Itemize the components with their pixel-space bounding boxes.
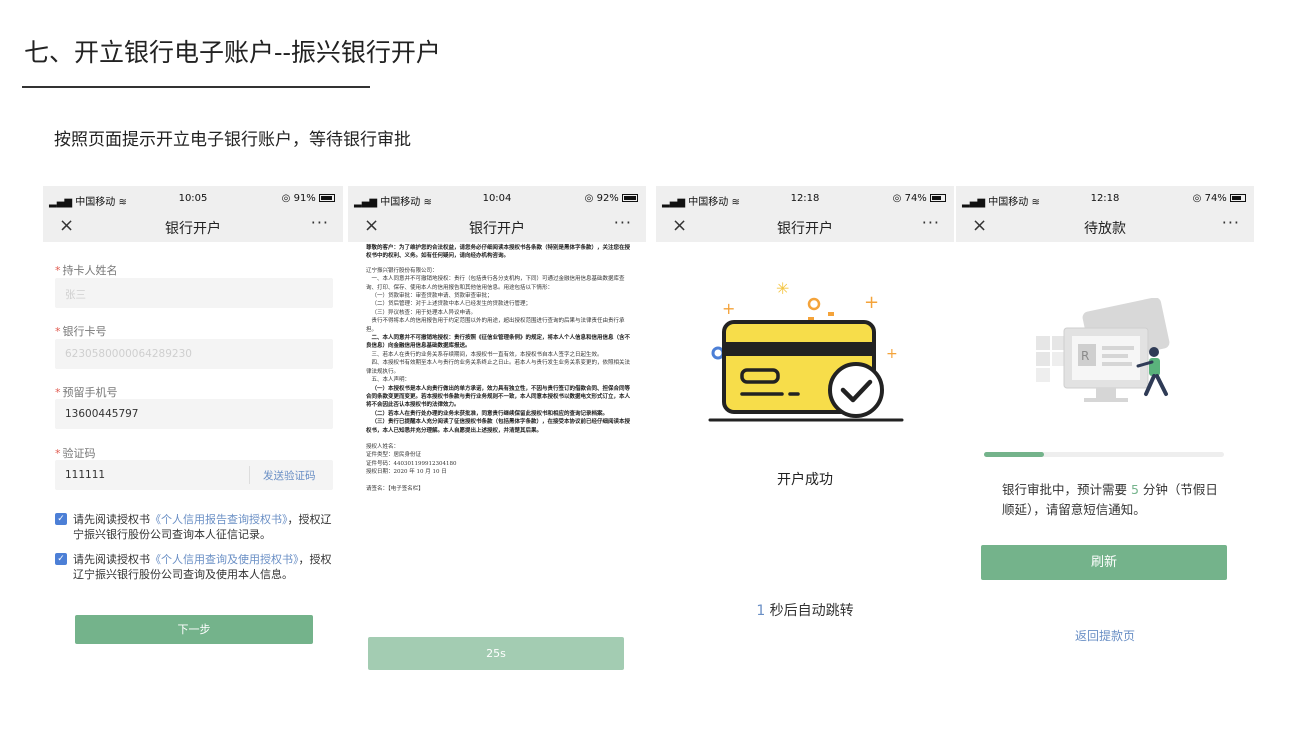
doc-item: （二）贷后管理：对于上述贷款中本人已经发生的贷款进行管理；: [371, 301, 532, 308]
battery-icon: [1230, 194, 1246, 202]
verification-code-input[interactable]: 111111: [65, 469, 105, 481]
authorization-document: 尊敬的客户：为了维护您的合法权益，请您务必仔细阅读本授权书各条款（特别是黑体字条…: [366, 244, 632, 493]
status-bar: ▂▄▆ 中国移动 ≋ 12:18 ◎ 74%: [956, 186, 1254, 212]
doc-clause: 贵行不得将本人的信用报告用于约定范围以外的用途，超出授权范围进行查询的后果与法律…: [366, 318, 625, 333]
next-step-button[interactable]: 下一步: [75, 615, 313, 644]
doc-clause-3: 三、若本人在贵行的业务关系存续期间，本授权书一直有效，本授权书自本人签字之日起生…: [371, 351, 603, 358]
battery-percent: 74%: [1204, 193, 1227, 204]
status-bar: ▂▄▆ 中国移动 ≋ 10:05 ◎ 91%: [43, 186, 343, 212]
credit-usage-authorization-link[interactable]: 《个人信用查询及使用授权书》: [150, 553, 299, 566]
credit-report-consent: ✓ 请先阅读授权书《个人信用报告查询授权书》，授权辽宁振兴银行股份公司查询本人征…: [55, 512, 337, 542]
phone-screen-account-success: ▂▄▆ 中国移动 ≋ 12:18 ◎ 74% × 银行开户 ··· ✳ + + …: [656, 186, 954, 656]
back-to-withdrawal-link[interactable]: 返回提款页: [956, 627, 1254, 644]
battery-icon: [622, 194, 638, 202]
alarm-icon: ◎: [584, 193, 594, 204]
consent-checkbox-credit-usage[interactable]: ✓: [55, 553, 67, 565]
doc-clause-1: 一、本人同意并不可撤销地授权：贵行（包括贵行各分支机构，下同）可通过金融信用信息…: [366, 276, 625, 291]
doc-signer-name: 授权人姓名：: [366, 443, 400, 450]
phone-screen-bank-account-form: ▂▄▆ 中国移动 ≋ 10:05 ◎ 91% × 银行开户 ··· * 持卡人姓名…: [43, 186, 343, 656]
more-icon[interactable]: ···: [311, 213, 329, 232]
doc-clause-4: 四、本授权书有效期至本人与贵行的业务关系终止之日止。若本人与贵行发生业务关系变更…: [366, 360, 631, 375]
battery-icon: [319, 194, 335, 202]
slide-subtitle: 按照页面提示开立电子银行账户，等待银行审批: [54, 130, 411, 150]
refresh-button[interactable]: 刷新: [981, 545, 1227, 580]
alarm-icon: ◎: [892, 193, 902, 204]
doc-signature: 请签名：【电子签名栏】: [366, 485, 424, 492]
credit-report-authorization-link[interactable]: 《个人信用报告查询授权书》: [150, 513, 288, 526]
title-underline: [22, 86, 370, 88]
phone-number-input[interactable]: 13600445797: [55, 399, 333, 429]
battery-icon: [930, 194, 946, 202]
consent-checkbox-credit-report[interactable]: ✓: [55, 513, 67, 525]
doc-declaration: （二）若本人在贵行处办理的业务未获批准，同意贵行继续保留此授权书和相应的查询记录…: [371, 410, 609, 417]
approval-status-text: 银行审批中，预计需要 5 分钟（节假日顺延），请留意短信通知。: [1002, 482, 1218, 517]
cardholder-name-label: * 持卡人姓名: [55, 264, 118, 277]
cardholder-name-input[interactable]: 张三: [55, 278, 333, 308]
doc-clause-5: 五、本人声明：: [371, 377, 411, 384]
alarm-icon: ◎: [281, 193, 291, 204]
send-code-button[interactable]: 发送验证码: [263, 468, 316, 483]
status-bar: ▂▄▆ 中国移动 ≋ 12:18 ◎ 74%: [656, 186, 954, 212]
approval-progress-bar: [984, 452, 1224, 457]
account-success-text: 开户成功: [777, 472, 833, 488]
phone-screen-authorization-document: ▂▄▆ 中国移动 ≋ 10:04 ◎ 92% × 银行开户 ··· 尊敬的客户：…: [348, 186, 646, 676]
card-number-label: * 银行卡号: [55, 325, 107, 338]
svg-text:R: R: [1081, 349, 1089, 363]
more-icon[interactable]: ···: [1222, 213, 1240, 232]
approval-minutes: 5: [1130, 482, 1139, 497]
doc-item: （三）异议核查：用于处理本人异议申请。: [371, 309, 477, 316]
more-icon[interactable]: ···: [922, 213, 940, 232]
divider: [249, 466, 250, 484]
battery-percent: 91%: [293, 193, 316, 204]
svg-text:+: +: [722, 299, 735, 318]
auto-redirect-text: 1 秒后自动跳转: [756, 603, 854, 619]
doc-date: 授权日期：2020 年 10 月 10 日: [366, 469, 447, 476]
alarm-icon: ◎: [1192, 193, 1202, 204]
card-number-input[interactable]: 6230580000064289230: [55, 339, 333, 369]
status-bar: ▂▄▆ 中国移动 ≋ 10:04 ◎ 92%: [348, 186, 646, 212]
nav-bar: × 银行开户 ···: [348, 212, 646, 242]
nav-bar: × 银行开户 ···: [656, 212, 954, 242]
phone-screen-pending-loan: ▂▄▆ 中国移动 ≋ 12:18 ◎ 74% × 待放款 ··· R 银行审批中…: [956, 186, 1254, 656]
svg-text:+: +: [886, 346, 898, 362]
doc-declaration: （三）贵行已提醒本人充分阅读了征信授权书条款（包括黑体字条款），在接受本协议前已…: [366, 419, 631, 434]
check-circle-icon: [828, 362, 884, 418]
verification-code-field: 111111 发送验证码: [55, 460, 333, 490]
more-icon[interactable]: ···: [614, 213, 632, 232]
svg-text:✳: ✳: [776, 279, 789, 298]
nav-bar: × 待放款 ···: [956, 212, 1254, 242]
doc-clause-2: 二、本人同意并不可撤销地授权：贵行按照《征信业管理条例》的规定，将本人个人信息和…: [366, 335, 631, 350]
battery-percent: 74%: [904, 193, 927, 204]
battery-percent: 92%: [596, 193, 619, 204]
nav-title: 银行开户: [165, 221, 221, 237]
doc-item: （一）贷款审批：审查贷款申请、贷款审查审批；: [371, 293, 493, 300]
approval-illustration: R: [1036, 298, 1170, 402]
doc-declaration: （一）本授权书是本人向贵行做出的单方承诺，效力具有独立性，不因与贵行签订的借款合…: [366, 385, 631, 409]
doc-id-type: 证件类型：居民身份证: [366, 452, 422, 459]
nav-bar: × 银行开户 ···: [43, 212, 343, 242]
phone-number-label: * 预留手机号: [55, 386, 118, 399]
doc-id-number: 证件号码：440301199912304180: [366, 460, 457, 467]
nav-title: 银行开户: [777, 221, 833, 237]
countdown-button[interactable]: 25s: [368, 637, 624, 670]
verification-code-label: * 验证码: [55, 447, 96, 460]
approval-progress-fill: [984, 452, 1044, 457]
slide-title: 七、开立银行电子账户--振兴银行开户: [24, 38, 441, 67]
svg-text:+: +: [864, 292, 879, 313]
nav-title: 银行开户: [469, 221, 525, 237]
doc-addressee: 辽宁振兴银行股份有限公司：: [366, 267, 438, 274]
redirect-seconds: 1: [756, 603, 766, 619]
bank-card-success-illustration: ✳ + + +: [708, 279, 904, 422]
nav-title: 待放款: [1084, 221, 1126, 237]
doc-intro: 尊敬的客户：为了维护您的合法权益，请您务必仔细阅读本授权书各条款（特别是黑体字条…: [366, 245, 631, 260]
credit-usage-consent: ✓ 请先阅读授权书《个人信用查询及使用授权书》，授权辽宁振兴银行股份公司查询及使…: [55, 552, 337, 582]
